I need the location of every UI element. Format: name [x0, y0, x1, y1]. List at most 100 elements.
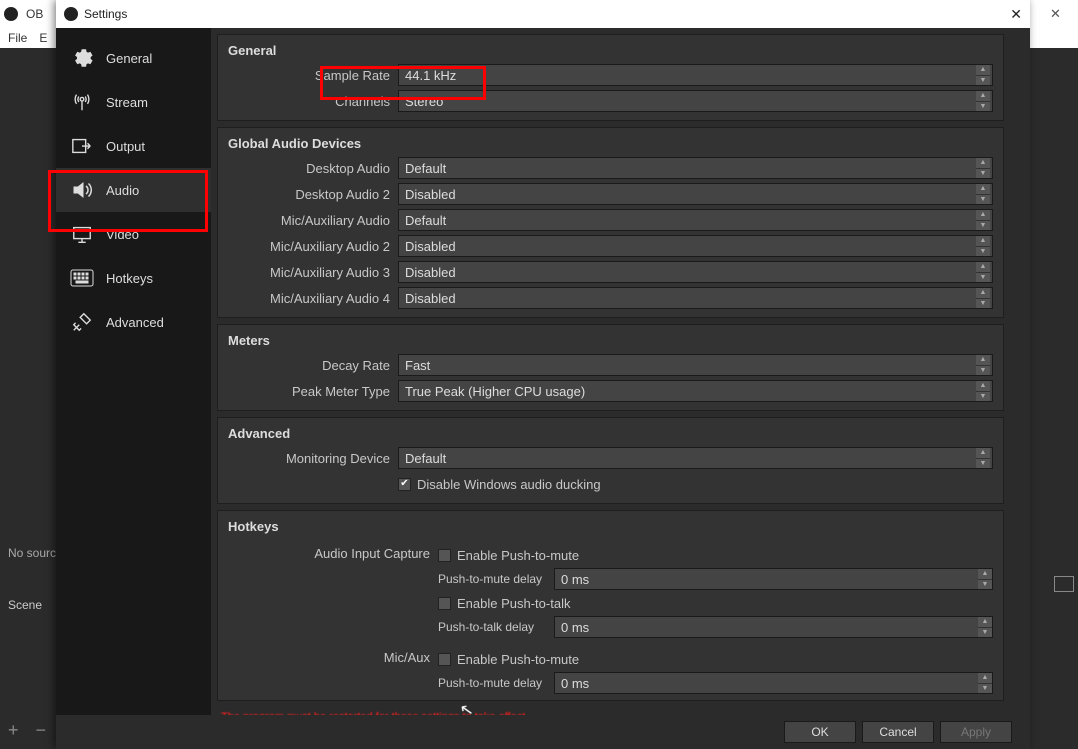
decay-rate-dropdown[interactable]: Fast▲▼	[398, 354, 993, 376]
dialog-title: Settings	[84, 7, 127, 21]
chevron-down-icon[interactable]: ▼	[978, 579, 992, 590]
sidebar-item-stream[interactable]: Stream	[56, 80, 211, 124]
disable-ducking-checkbox[interactable]: Disable Windows audio ducking	[398, 475, 993, 494]
chevron-up-icon[interactable]: ▲	[976, 262, 990, 272]
sidebar-item-label: Hotkeys	[106, 271, 153, 286]
dropdown-value: Default	[405, 213, 446, 228]
checkbox-label: Enable Push-to-mute	[457, 548, 579, 563]
chevron-up-icon[interactable]: ▲	[976, 184, 990, 194]
chevron-down-icon[interactable]: ▼	[976, 391, 990, 402]
mic-aux-audio-dropdown[interactable]: Default ▲▼	[398, 209, 993, 231]
cancel-button[interactable]: Cancel	[862, 721, 934, 743]
dialog-close-button[interactable]: ✕	[1010, 6, 1022, 23]
sidebar-item-output[interactable]: Output	[56, 124, 211, 168]
sidebar-item-video[interactable]: Video	[56, 212, 211, 256]
chevron-down-icon[interactable]: ▼	[976, 458, 990, 469]
chevron-down-icon[interactable]: ▼	[978, 627, 992, 638]
dropdown-value: Default	[405, 161, 446, 176]
chevron-up-icon[interactable]: ▲	[976, 381, 990, 391]
ok-button[interactable]: OK	[784, 721, 856, 743]
section-meters: Meters Decay RateFast▲▼ Peak Meter TypeT…	[217, 324, 1004, 411]
menu-file[interactable]: File	[8, 31, 27, 45]
chevron-down-icon[interactable]: ▼	[976, 246, 990, 257]
spin-value: 0 ms	[555, 676, 978, 691]
chevron-up-icon[interactable]: ▲	[976, 448, 990, 458]
section-title: Meters	[218, 325, 1003, 352]
desktop-audio-dropdown[interactable]: Default ▲▼	[398, 157, 993, 179]
dropdown-value: Stereo	[405, 94, 443, 109]
checkbox-icon	[438, 653, 451, 666]
chevron-down-icon[interactable]: ▼	[976, 365, 990, 376]
keyboard-icon	[70, 266, 94, 290]
chevron-down-icon[interactable]: ▼	[976, 220, 990, 231]
section-hotkeys: Hotkeys Audio Input Capture Enable Push-…	[217, 510, 1004, 701]
chevron-down-icon[interactable]: ▼	[978, 683, 992, 694]
chevron-up-icon[interactable]: ▲	[976, 210, 990, 220]
channels-dropdown[interactable]: Stereo ▲▼	[398, 90, 993, 112]
main-window-close-icon[interactable]: ✕	[1033, 0, 1078, 28]
chevron-up-icon[interactable]: ▲	[976, 91, 990, 101]
sidebar-item-hotkeys[interactable]: Hotkeys	[56, 256, 211, 300]
chevron-down-icon[interactable]: ▼	[976, 75, 990, 86]
spin-value: 0 ms	[555, 572, 978, 587]
dialog-footer: OK Cancel Apply	[56, 715, 1030, 749]
push-to-talk-delay-spinbox[interactable]: 0 ms▲▼	[554, 616, 993, 638]
chevron-up-icon[interactable]: ▲	[976, 288, 990, 298]
dropdown-value: Disabled	[405, 291, 456, 306]
sidebar-item-general[interactable]: General	[56, 36, 211, 80]
device-label: Mic/Auxiliary Audio 3	[218, 265, 398, 280]
desktop-audio-2-dropdown[interactable]: Disabled▲▼	[398, 183, 993, 205]
audio-input-capture-label: Audio Input Capture	[218, 544, 438, 640]
chevron-down-icon[interactable]: ▼	[976, 101, 990, 112]
peak-meter-dropdown[interactable]: True Peak (Higher CPU usage)▲▼	[398, 380, 993, 402]
chevron-up-icon[interactable]: ▲	[978, 569, 992, 579]
gear-icon	[70, 46, 94, 70]
spin-value: 0 ms	[555, 620, 978, 635]
checkbox-label: Enable Push-to-talk	[457, 596, 570, 611]
sidebar-item-advanced[interactable]: Advanced	[56, 300, 211, 344]
sample-rate-dropdown[interactable]: 44.1 kHz ▲▼	[398, 64, 993, 86]
settings-dialog: Settings ✕ General Stream Output	[56, 0, 1030, 749]
sidebar-item-audio[interactable]: Audio	[56, 168, 211, 212]
output-icon	[70, 134, 94, 158]
chevron-down-icon[interactable]: ▼	[976, 272, 990, 283]
chevron-up-icon[interactable]: ▲	[976, 158, 990, 168]
section-title: Global Audio Devices	[218, 128, 1003, 155]
scene-add-remove[interactable]: + −	[8, 720, 52, 741]
checkbox-icon	[438, 597, 451, 610]
chevron-down-icon[interactable]: ▼	[976, 298, 990, 309]
monitoring-device-label: Monitoring Device	[218, 451, 398, 466]
mic-aux-audio-2-dropdown[interactable]: Disabled▲▼	[398, 235, 993, 257]
checkbox-label: Enable Push-to-mute	[457, 652, 579, 667]
apply-button[interactable]: Apply	[940, 721, 1012, 743]
sidebar-item-label: Video	[106, 227, 139, 242]
chevron-up-icon[interactable]: ▲	[978, 617, 992, 627]
channels-label: Channels	[218, 94, 398, 109]
main-window-title: OB	[26, 7, 43, 21]
device-label: Desktop Audio	[218, 161, 398, 176]
monitoring-device-dropdown[interactable]: Default▲▼	[398, 447, 993, 469]
enable-push-to-mute-checkbox-2[interactable]: Enable Push-to-mute	[438, 650, 579, 669]
section-global-audio-devices: Global Audio Devices Desktop AudioDefaul…	[217, 127, 1004, 318]
mic-aux-label: Mic/Aux	[218, 648, 438, 696]
peak-meter-label: Peak Meter Type	[218, 384, 398, 399]
antenna-icon	[70, 90, 94, 114]
push-to-mute-delay-spinbox-2[interactable]: 0 ms▲▼	[554, 672, 993, 694]
chevron-up-icon[interactable]: ▲	[976, 65, 990, 75]
menu-edit-fragment[interactable]: E	[39, 31, 47, 45]
enable-push-to-talk-checkbox[interactable]: Enable Push-to-talk	[438, 594, 570, 613]
mic-aux-audio-4-dropdown[interactable]: Disabled ▲▼	[398, 287, 993, 309]
chevron-up-icon[interactable]: ▲	[978, 673, 992, 683]
chevron-down-icon[interactable]: ▼	[976, 168, 990, 179]
device-label: Mic/Auxiliary Audio	[218, 213, 398, 228]
chevron-down-icon[interactable]: ▼	[976, 194, 990, 205]
chevron-up-icon[interactable]: ▲	[976, 355, 990, 365]
scene-label: Scene	[8, 598, 42, 612]
mic-aux-audio-3-dropdown[interactable]: Disabled▲▼	[398, 261, 993, 283]
push-to-mute-delay-spinbox[interactable]: 0 ms▲▼	[554, 568, 993, 590]
enable-push-to-mute-checkbox[interactable]: Enable Push-to-mute	[438, 546, 579, 565]
settings-content[interactable]: General Sample Rate 44.1 kHz ▲▼ Channels	[211, 28, 1030, 715]
chevron-up-icon[interactable]: ▲	[976, 236, 990, 246]
dropdown-value: 44.1 kHz	[405, 68, 456, 83]
layout-toggle-icon[interactable]	[1054, 576, 1074, 592]
